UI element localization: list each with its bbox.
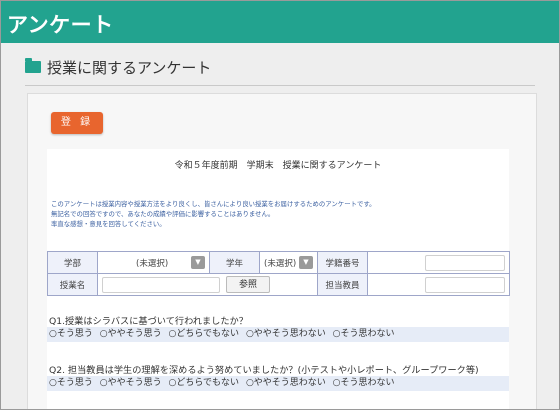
student-number-input[interactable] xyxy=(425,254,505,271)
teacher-cell xyxy=(367,273,510,296)
faculty-select-value: (未選択) xyxy=(136,258,169,269)
page-header: 授業に関するアンケート xyxy=(25,57,211,77)
app-header: アンケート xyxy=(1,1,559,43)
survey-intro: このアンケートは授業内容や授業方法をより良くし、皆さんにより良い授業をお届けする… xyxy=(51,199,376,229)
survey-title: 令和５年度前期 学期末 授業に関するアンケート xyxy=(174,161,382,171)
intro-line: このアンケートは授業内容や授業方法をより良くし、皆さんにより良い授業をお届けする… xyxy=(51,200,376,208)
student-number-label: 学籍番号 xyxy=(317,251,368,274)
page-title: 授業に関するアンケート xyxy=(47,58,212,77)
header-divider xyxy=(25,85,535,86)
question-2-options: ○そう思う ○ややそう思う ○どちらでもない ○ややそう思わない ○そう思わない xyxy=(47,376,509,391)
student-number-cell xyxy=(367,251,510,274)
chevron-down-icon[interactable]: ▼ xyxy=(299,256,313,269)
course-cell: 参照 xyxy=(97,273,318,296)
table-row: 授業名 参照 担当教員 xyxy=(47,273,510,296)
course-label: 授業名 xyxy=(47,273,98,296)
browse-button[interactable]: 参照 xyxy=(226,276,270,293)
app-title: アンケート xyxy=(7,13,114,37)
app-window: アンケート 授業に関するアンケート 登 録 令和５年度前期 学期末 授業に関する… xyxy=(0,0,560,410)
intro-line: 率直な感想・意見を回答してください。 xyxy=(51,220,166,228)
year-cell: (未選択) ▼ xyxy=(259,251,318,274)
q2-option-agree[interactable]: ○そう思う xyxy=(49,376,93,391)
table-row: 学部 (未選択) ▼ 学年 (未選択) ▼ 学籍番号 xyxy=(47,251,510,274)
q2-option-somewhat-disagree[interactable]: ○ややそう思わない xyxy=(246,376,326,391)
question-1: Q1.授業はシラバスに基づいて行われましたか？ xyxy=(49,316,248,327)
folder-icon xyxy=(25,58,41,73)
teacher-label: 担当教員 xyxy=(317,273,368,296)
register-button[interactable]: 登 録 xyxy=(51,112,103,134)
year-select[interactable]: (未選択) ▼ xyxy=(264,255,313,271)
q2-option-neutral[interactable]: ○どちらでもない xyxy=(168,376,239,391)
question-2: Q2. 担当教員は学生の理解を深めるよう努めていましたか？(小テストや小レポート… xyxy=(49,365,479,376)
q1-option-somewhat-disagree[interactable]: ○ややそう思わない xyxy=(246,327,326,342)
student-info-table: 学部 (未選択) ▼ 学年 (未選択) ▼ 学籍番号 授業名 参照 担当教員 xyxy=(47,251,510,296)
teacher-input[interactable] xyxy=(425,276,505,293)
q1-option-agree[interactable]: ○そう思う xyxy=(49,327,93,342)
q2-option-somewhat-agree[interactable]: ○ややそう思う xyxy=(100,376,162,391)
faculty-label: 学部 xyxy=(47,251,98,274)
faculty-select[interactable]: (未選択) ▼ xyxy=(102,255,205,271)
course-name-input[interactable] xyxy=(102,276,220,293)
year-label: 学年 xyxy=(209,251,260,274)
chevron-down-icon[interactable]: ▼ xyxy=(191,256,205,269)
survey-sheet: 令和５年度前期 学期末 授業に関するアンケート このアンケートは授業内容や授業方… xyxy=(47,149,510,409)
q1-option-neutral[interactable]: ○どちらでもない xyxy=(168,327,239,342)
year-select-value: (未選択) xyxy=(264,258,297,269)
faculty-cell: (未選択) ▼ xyxy=(97,251,210,274)
q2-option-disagree[interactable]: ○そう思わない xyxy=(333,376,395,391)
q1-option-disagree[interactable]: ○そう思わない xyxy=(333,327,395,342)
q1-option-somewhat-agree[interactable]: ○ややそう思う xyxy=(100,327,162,342)
intro-line: 無記名での回答ですので、あなたの成績や評価に影響することはありません。 xyxy=(51,210,275,218)
question-1-options: ○そう思う ○ややそう思う ○どちらでもない ○ややそう思わない ○そう思わない xyxy=(47,327,509,342)
